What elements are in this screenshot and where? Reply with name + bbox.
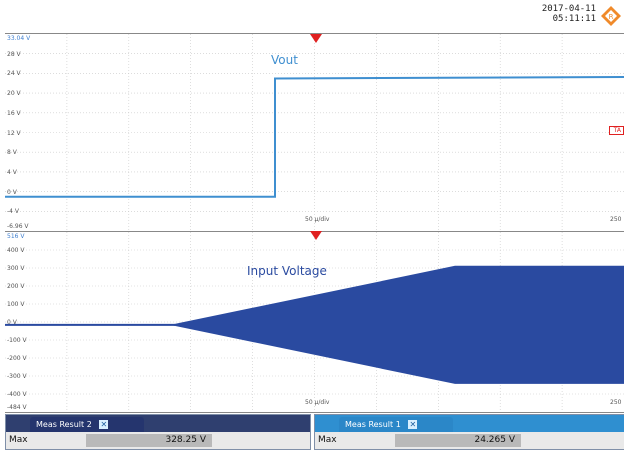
meas-value: 24.265 V [395,434,521,447]
y-tick-label: -300 V [7,373,27,380]
y-tick-label: 12 V [7,129,21,137]
y-tick-label: 24 V [7,70,21,78]
vout-signal-label: Vout [271,53,298,67]
y-tick-label: -484 V [7,404,27,411]
meas-result-1-title: Meas Result 1 [345,420,401,429]
y-tick-label: 0 V [7,188,17,196]
meas-result-1-box[interactable]: Meas Result 1 ✕ Max 24.265 V [314,414,624,450]
y-tick-label: 20 V [7,90,21,98]
tab-meas-result-1[interactable]: Meas Result 1 ✕ [339,417,453,432]
y-tick-label: 16 V [7,109,21,117]
y-tick-label: 516 V [7,233,25,240]
close-icon[interactable]: ✕ [408,420,418,429]
input-voltage-plot [5,232,624,412]
tab-meas-result-2[interactable]: Meas Result 2 ✕ [30,417,144,432]
y-tick-label: 100 V [7,301,25,308]
y-tick-label: 200 V [7,283,25,290]
trigger-marker-top[interactable] [310,34,322,43]
meas-name: Max [9,435,28,445]
meas-value: 328.25 V [86,434,212,447]
time-text: 05:11:11 [552,14,596,24]
y-tick-label: -100 V [7,337,27,344]
y-tick-label: 33.04 V [7,35,31,42]
y-tick-label: -400 V [7,391,27,398]
x-right-top: 250 [610,216,622,223]
waveform-panel-vout[interactable]: 33.04 V 28 V 24 V 20 V 16 V 12 V 8 V 4 V 0 V -4 V… [5,33,624,232]
y-tick-label: 28 V [7,50,21,58]
y-tick-label: 8 V [7,149,17,157]
y-tick-label: 0 V [7,319,17,326]
x-right-bottom: 250 [610,399,622,406]
x-scale-top: 50 µ/div [305,216,330,223]
trigger-level-marker[interactable]: TA [608,126,624,135]
y-tick-label: 300 V [7,265,25,272]
meas-result-2-box[interactable]: Meas Result 2 ✕ Max 328.25 V [5,414,311,450]
meas-result-2-title: Meas Result 2 [36,420,92,429]
input-signal-label: Input Voltage [247,264,327,278]
y-tick-label: -4 V [7,208,19,216]
meas-name: Max [318,435,337,445]
y-tick-label: 4 V [7,168,17,176]
meas-result-2-header: Meas Result 2 ✕ [6,415,310,432]
timestamp: 2017-04-11 05:11:11 [542,4,596,24]
x-scale-bottom: 50 µ/div [305,399,330,406]
meas-result-1-header: Meas Result 1 ✕ [315,415,624,432]
rohde-schwarz-logo-icon: R [601,6,621,26]
vout-plot [5,34,624,231]
trigger-marker-bottom[interactable] [310,231,322,240]
svg-text:R: R [609,13,614,21]
waveform-panel-input[interactable]: 516 V 400 V 300 V 200 V 100 V 0 V -100 V -200 V… [5,231,624,413]
meas-row: Max 24.265 V [315,432,624,449]
date-text: 2017-04-11 [541,4,596,14]
y-tick-label: -200 V [7,355,27,362]
y-tick-label: -6.96 V [7,223,29,230]
y-tick-label: 400 V [7,247,25,254]
close-icon[interactable]: ✕ [99,420,109,429]
meas-row: Max 328.25 V [6,432,310,449]
